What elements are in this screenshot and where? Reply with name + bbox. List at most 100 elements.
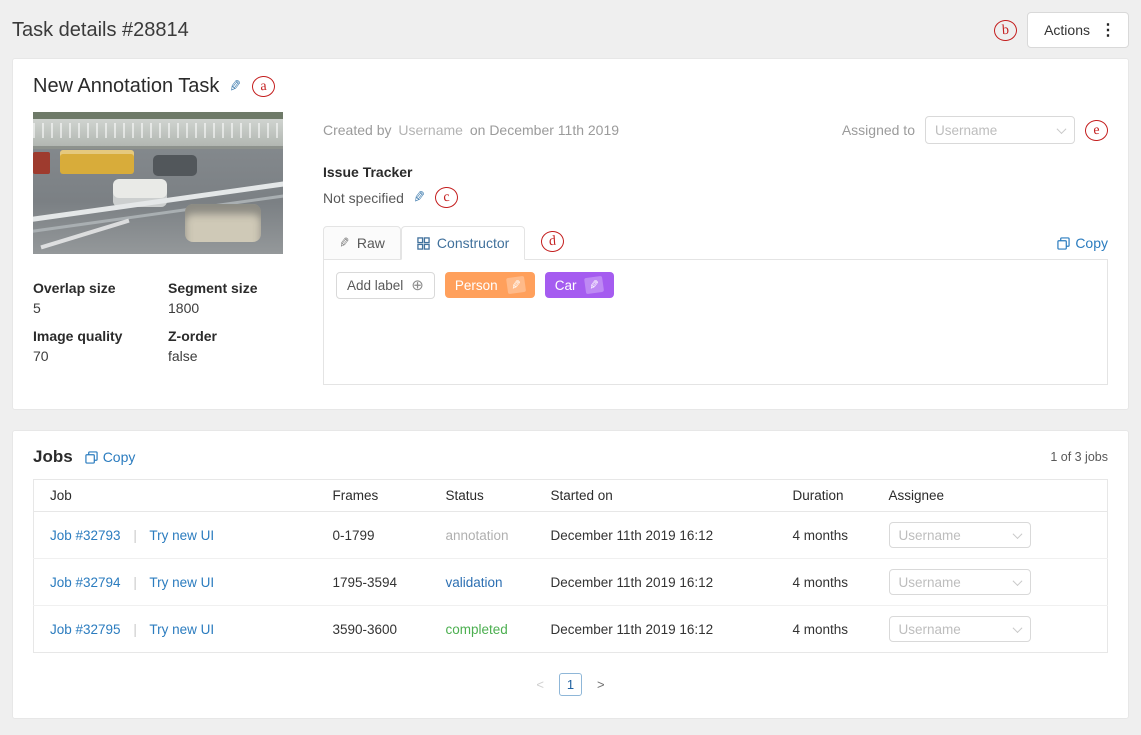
copy-jobs-label: Copy xyxy=(103,449,136,465)
jobs-pagination: < 1 > xyxy=(33,673,1108,696)
assigned-to-group: Assigned to Username e xyxy=(842,116,1108,144)
page-title: Task details #28814 xyxy=(12,19,189,42)
more-vertical-icon: ⋮ xyxy=(1100,20,1116,40)
job-assignee-select[interactable]: Username xyxy=(889,616,1031,642)
task-body: Overlap size 5 Segment size 1800 Image q… xyxy=(33,112,1108,385)
add-label-text: Add label xyxy=(347,278,403,293)
job-cell: Job #32793 | Try new UI xyxy=(34,512,317,559)
topbar: Task details #28814 b Actions ⋮ xyxy=(0,0,1141,58)
created-prefix: Created by xyxy=(323,122,391,138)
assigned-to-label: Assigned to xyxy=(842,122,915,138)
task-details-page: Task details #28814 b Actions ⋮ New Anno… xyxy=(0,0,1141,719)
job-cell: Job #32795 | Try new UI xyxy=(34,606,317,653)
jobs-title: Jobs xyxy=(33,447,73,467)
label-tag-car[interactable]: Car ✎ xyxy=(545,272,614,298)
frames-cell: 0-1799 xyxy=(317,512,430,559)
annotation-circle-b: b xyxy=(993,19,1017,42)
labels-constructor-panel: Add label ⊕ Person ✎ Car ✎ xyxy=(323,259,1108,385)
task-assignee-value: Username xyxy=(935,123,997,138)
param-image-quality: Image quality 70 xyxy=(33,328,168,364)
task-details-column: Created by Username on December 11th 201… xyxy=(323,112,1108,385)
status-cell: annotation xyxy=(430,512,535,559)
issue-tracker-value-row: Not specified ✎ c xyxy=(323,187,1108,208)
chevron-down-icon xyxy=(1012,576,1022,586)
column-header-started-on: Started on xyxy=(535,480,777,512)
label-tag-person-name: Person xyxy=(455,278,498,293)
job-assignee-value: Username xyxy=(899,622,961,637)
chevron-down-icon xyxy=(1012,529,1022,539)
creator-username: Username xyxy=(398,122,463,138)
tab-raw-label: Raw xyxy=(357,235,385,251)
thumb-yellow-bus xyxy=(60,150,134,174)
thumb-dark-car xyxy=(153,155,197,176)
task-parameters: Overlap size 5 Segment size 1800 Image q… xyxy=(33,280,283,364)
job-link[interactable]: Job #32795 xyxy=(50,622,121,637)
table-row: Job #32793 | Try new UI 0-1799 annotatio… xyxy=(34,512,1108,559)
chevron-down-icon xyxy=(1057,124,1067,134)
column-header-frames: Frames xyxy=(317,480,430,512)
job-separator: | xyxy=(133,528,137,543)
frames-cell: 3590-3600 xyxy=(317,606,430,653)
try-new-ui-link[interactable]: Try new UI xyxy=(149,575,214,590)
param-overlap-size: Overlap size 5 xyxy=(33,280,168,316)
started-on-cell: December 11th 2019 16:12 xyxy=(535,606,777,653)
issue-tracker-section: Issue Tracker Not specified ✎ c xyxy=(323,164,1108,208)
column-header-assignee: Assignee xyxy=(873,480,1108,512)
pagination-prev[interactable]: < xyxy=(536,677,544,692)
task-assignee-select[interactable]: Username xyxy=(925,116,1075,144)
task-name: New Annotation Task xyxy=(33,75,219,98)
job-cell: Job #32794 | Try new UI xyxy=(34,559,317,606)
column-header-job: Job xyxy=(34,480,317,512)
job-assignee-value: Username xyxy=(899,528,961,543)
try-new-ui-link[interactable]: Try new UI xyxy=(149,622,214,637)
job-separator: | xyxy=(133,622,137,637)
topbar-right: b Actions ⋮ xyxy=(994,12,1129,48)
param-segment-size: Segment size 1800 xyxy=(168,280,283,316)
edit-label-person-icon[interactable]: ✎ xyxy=(506,276,526,294)
pagination-next[interactable]: > xyxy=(597,677,605,692)
jobs-count: 1 of 3 jobs xyxy=(1050,450,1108,464)
assignee-cell: Username xyxy=(873,606,1108,653)
duration-cell: 4 months xyxy=(777,606,873,653)
actions-button[interactable]: Actions ⋮ xyxy=(1027,12,1129,48)
task-thumbnail xyxy=(33,112,283,254)
edit-task-name-icon[interactable]: ✎ xyxy=(228,78,243,95)
chevron-down-icon xyxy=(1012,623,1022,633)
copy-labels-link[interactable]: Copy xyxy=(1057,235,1108,251)
pencil-icon: ✎ xyxy=(338,234,351,251)
edit-issue-tracker-icon[interactable]: ✎ xyxy=(412,189,427,206)
copy-labels-label: Copy xyxy=(1075,235,1108,251)
annotation-circle-c: c xyxy=(434,186,458,209)
column-header-status: Status xyxy=(430,480,535,512)
created-line: Created by Username on December 11th 201… xyxy=(323,122,619,138)
assignee-cell: Username xyxy=(873,559,1108,606)
edit-label-car-icon[interactable]: ✎ xyxy=(584,276,604,294)
try-new-ui-link[interactable]: Try new UI xyxy=(149,528,214,543)
job-assignee-select[interactable]: Username xyxy=(889,569,1031,595)
job-link[interactable]: Job #32794 xyxy=(50,575,121,590)
pagination-page-1[interactable]: 1 xyxy=(559,673,582,696)
status-cell: completed xyxy=(430,606,535,653)
jobs-table: Job Frames Status Started on Duration As… xyxy=(33,479,1108,653)
job-link[interactable]: Job #32793 xyxy=(50,528,121,543)
annotation-circle-a: a xyxy=(251,75,275,98)
thumb-overpass xyxy=(33,119,283,149)
tab-constructor[interactable]: Constructor xyxy=(401,226,525,260)
annotation-circle-e: e xyxy=(1084,119,1108,142)
labels-tabs-row: ✎ Raw Constructor d xyxy=(323,226,1108,259)
started-on-cell: December 11th 2019 16:12 xyxy=(535,512,777,559)
issue-tracker-value: Not specified xyxy=(323,190,404,206)
tab-raw[interactable]: ✎ Raw xyxy=(323,226,401,260)
job-assignee-value: Username xyxy=(899,575,961,590)
issue-tracker-label: Issue Tracker xyxy=(323,164,1108,180)
job-assignee-select[interactable]: Username xyxy=(889,522,1031,548)
duration-cell: 4 months xyxy=(777,559,873,606)
block-icon xyxy=(417,237,430,250)
task-title-row: New Annotation Task ✎ a xyxy=(33,75,1108,98)
label-tag-person[interactable]: Person ✎ xyxy=(445,272,535,298)
copy-jobs-link[interactable]: Copy xyxy=(85,449,136,465)
copy-icon xyxy=(85,451,98,464)
annotation-circle-d: d xyxy=(541,230,565,253)
add-label-button[interactable]: Add label ⊕ xyxy=(336,272,435,299)
thumb-railing xyxy=(33,123,283,138)
